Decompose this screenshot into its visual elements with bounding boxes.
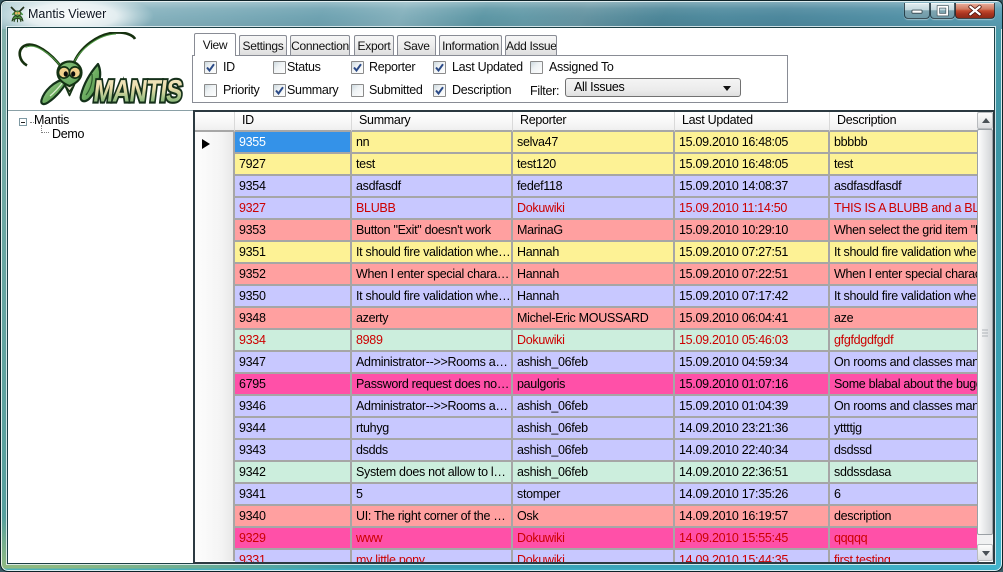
svg-text:MANTIS: MANTIS <box>92 74 184 109</box>
